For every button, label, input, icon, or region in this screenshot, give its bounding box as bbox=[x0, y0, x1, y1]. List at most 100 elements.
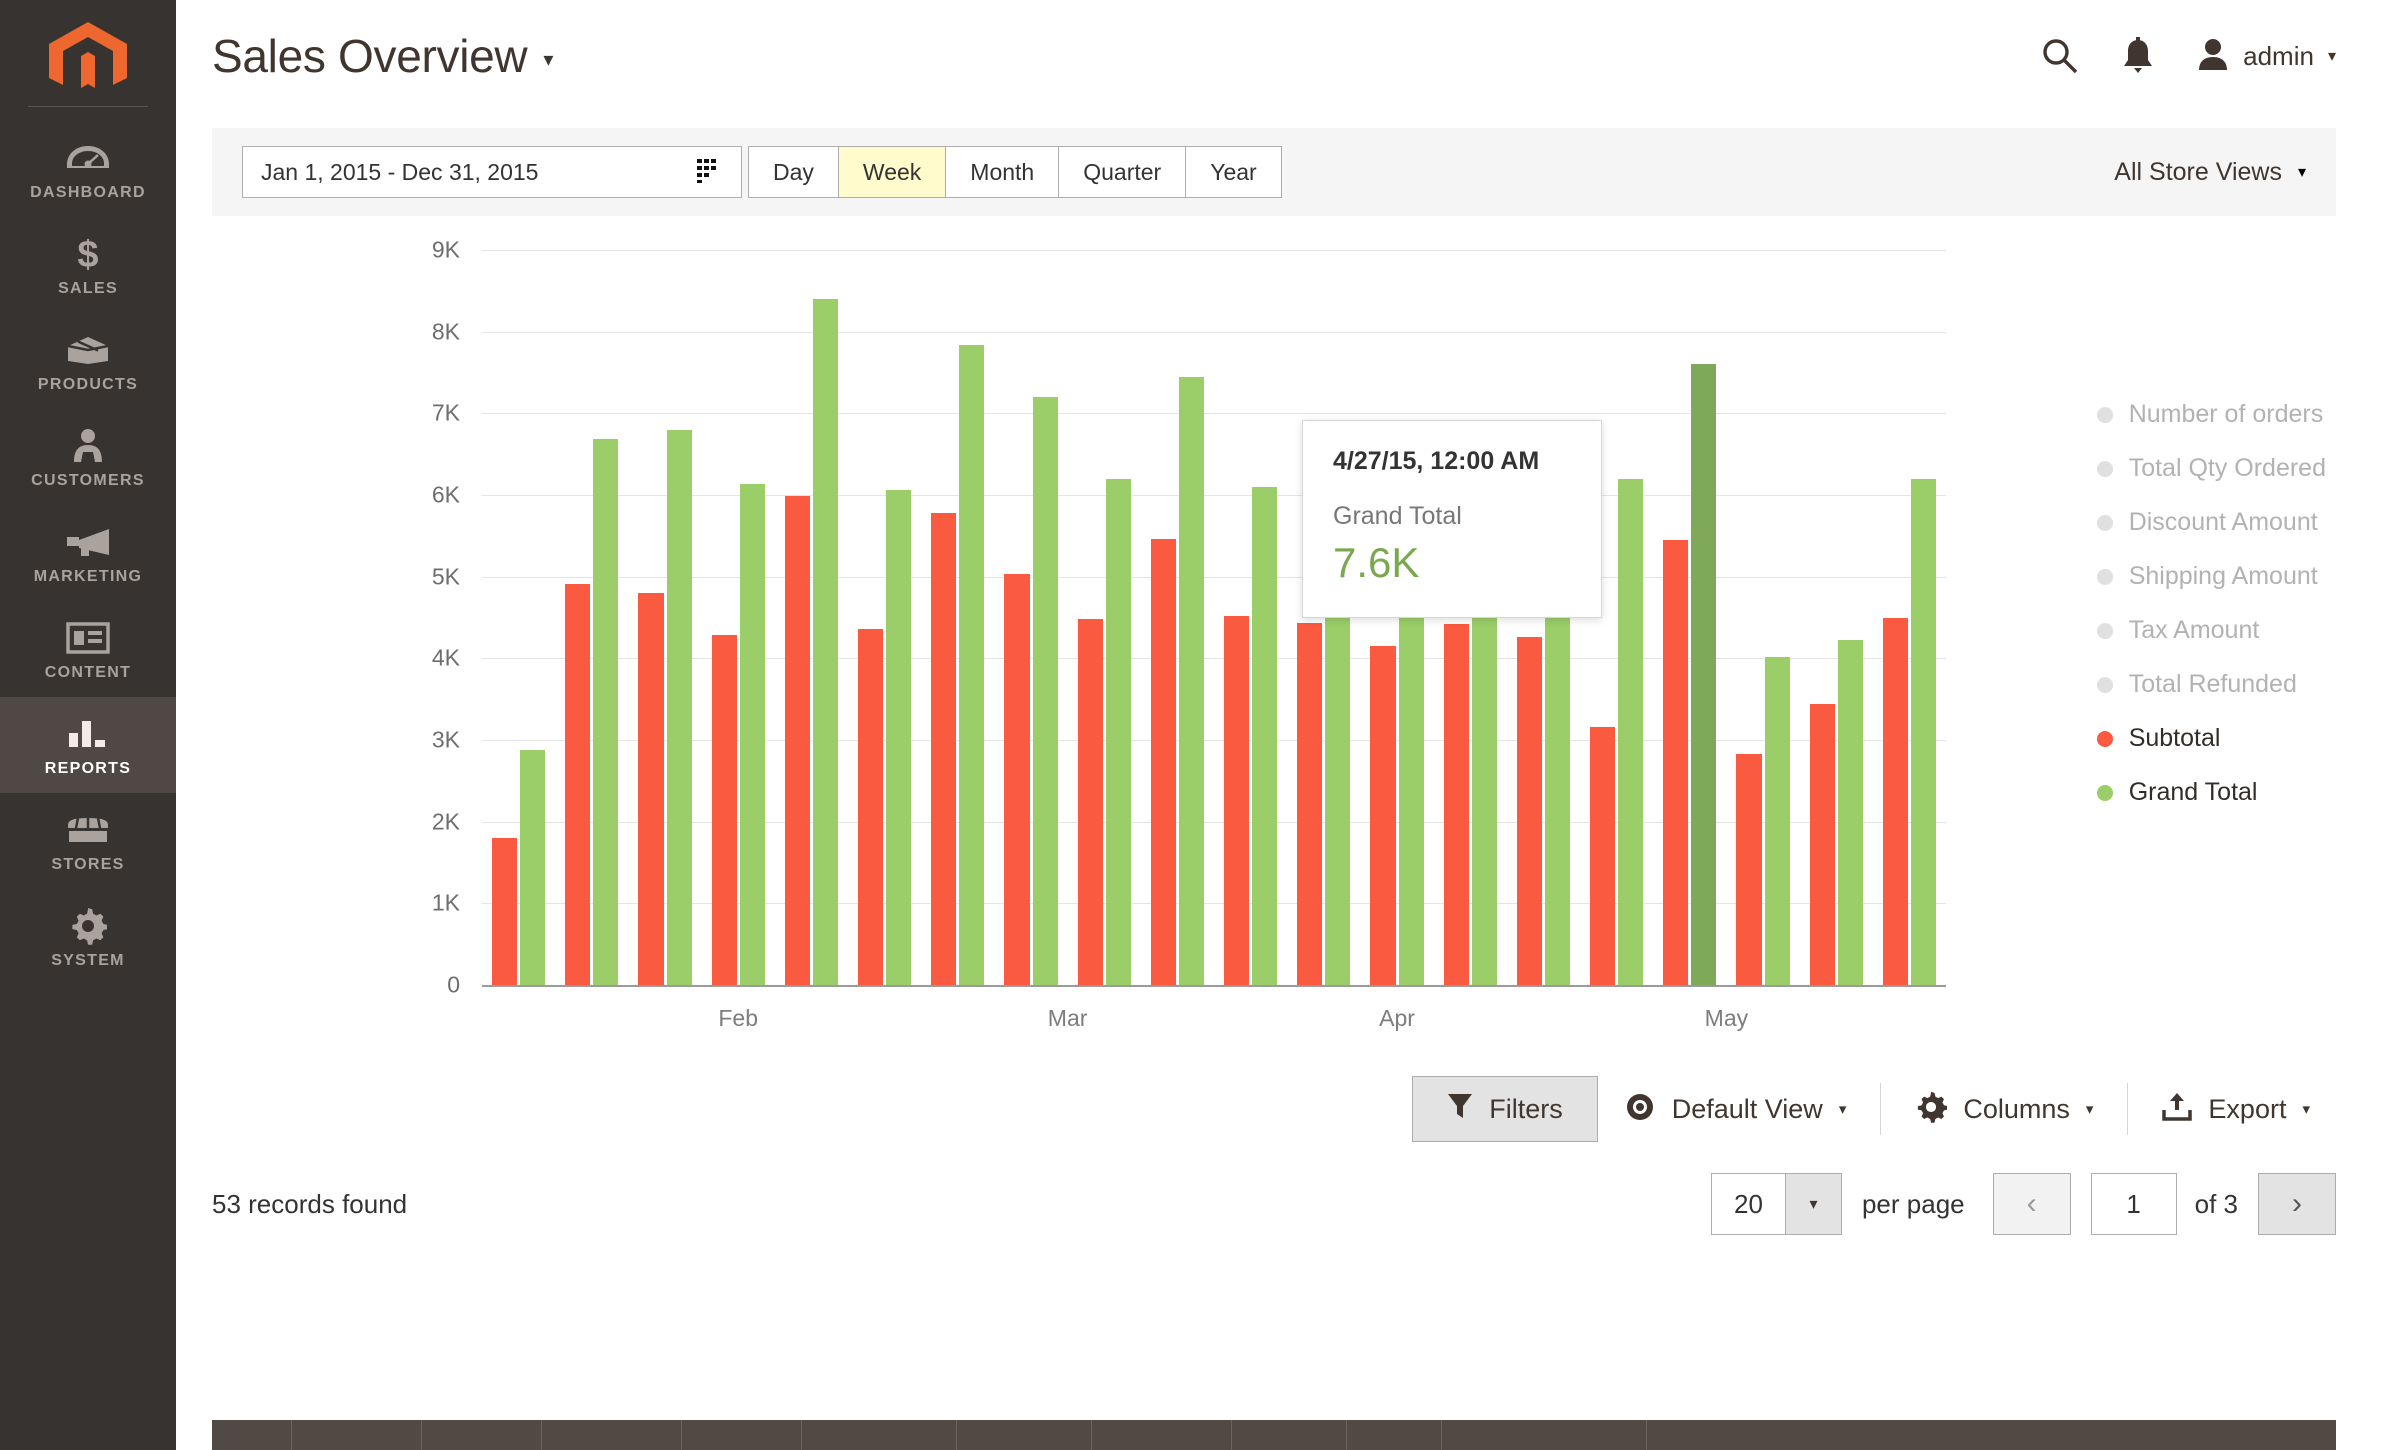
sidebar-item-products[interactable]: PRODUCTS bbox=[0, 313, 176, 409]
chart-bar-group[interactable] bbox=[482, 250, 555, 985]
bar-grand-total[interactable] bbox=[812, 299, 839, 985]
legend-item-subtotal[interactable]: Subtotal bbox=[2096, 724, 2326, 753]
chart-bar-group[interactable] bbox=[1800, 250, 1873, 985]
bar-grand-total[interactable] bbox=[1618, 478, 1644, 985]
bell-icon[interactable] bbox=[2121, 37, 2155, 75]
table-column-header[interactable] bbox=[957, 1420, 1092, 1450]
table-column-header[interactable] bbox=[802, 1420, 957, 1450]
bar-grand-total[interactable] bbox=[959, 344, 985, 985]
bar-grand-total[interactable] bbox=[1105, 478, 1131, 985]
chart-bar-group[interactable] bbox=[848, 250, 921, 985]
bar-subtotal[interactable] bbox=[1516, 637, 1542, 985]
bar-grand-total[interactable] bbox=[593, 439, 619, 985]
filters-button[interactable]: Filters bbox=[1412, 1076, 1598, 1142]
sidebar-item-customers[interactable]: CUSTOMERS bbox=[0, 409, 176, 505]
legend-item-tax-amount[interactable]: Tax Amount bbox=[2096, 616, 2326, 645]
bar-subtotal[interactable] bbox=[565, 584, 591, 985]
bar-subtotal[interactable] bbox=[1882, 617, 1908, 985]
bar-grand-total[interactable] bbox=[1691, 364, 1717, 985]
table-column-header[interactable] bbox=[212, 1420, 292, 1450]
bar-grand-total[interactable] bbox=[1252, 486, 1278, 985]
bar-subtotal[interactable] bbox=[858, 628, 884, 985]
default-view-button[interactable]: Default View ▾ bbox=[1598, 1076, 1873, 1142]
period-quarter[interactable]: Quarter bbox=[1059, 146, 1187, 198]
next-page-button[interactable]: › bbox=[2258, 1173, 2336, 1235]
page-title-dropdown-caret[interactable]: ▾ bbox=[543, 47, 553, 72]
sidebar-item-stores[interactable]: STORES bbox=[0, 793, 176, 889]
page-number-input[interactable]: 1 bbox=[2090, 1173, 2177, 1235]
legend-item-total-qty-ordered[interactable]: Total Qty Ordered bbox=[2096, 454, 2326, 483]
table-column-header[interactable] bbox=[1442, 1420, 1647, 1450]
bar-subtotal[interactable] bbox=[1004, 574, 1030, 985]
bar-grand-total[interactable] bbox=[1178, 376, 1205, 985]
bar-subtotal[interactable] bbox=[638, 593, 664, 985]
sidebar-item-reports[interactable]: REPORTS bbox=[0, 697, 176, 793]
table-column-header[interactable] bbox=[1347, 1420, 1442, 1450]
table-column-header[interactable] bbox=[542, 1420, 682, 1450]
sidebar-item-dashboard[interactable]: DASHBOARD bbox=[0, 121, 176, 217]
bar-grand-total[interactable] bbox=[886, 490, 912, 985]
per-page-select[interactable]: 20 ▾ bbox=[1711, 1173, 1842, 1235]
table-column-header[interactable] bbox=[1092, 1420, 1232, 1450]
chart-bar-group[interactable] bbox=[1141, 250, 1214, 985]
bar-subtotal[interactable] bbox=[1809, 704, 1835, 985]
bar-subtotal[interactable] bbox=[1150, 539, 1176, 985]
bar-grand-total[interactable] bbox=[1837, 639, 1863, 985]
chart-bar-group[interactable] bbox=[1068, 250, 1141, 985]
bar-grand-total[interactable] bbox=[739, 484, 765, 985]
sidebar-item-marketing[interactable]: MARKETING bbox=[0, 505, 176, 601]
bar-subtotal[interactable] bbox=[931, 512, 957, 985]
chart-bar-group[interactable] bbox=[1726, 250, 1799, 985]
bar-subtotal[interactable] bbox=[784, 495, 810, 985]
bar-subtotal[interactable] bbox=[1443, 624, 1469, 985]
calendar-icon[interactable] bbox=[695, 157, 721, 188]
sidebar-item-sales[interactable]: $ SALES bbox=[0, 217, 176, 313]
sidebar-item-content[interactable]: CONTENT bbox=[0, 601, 176, 697]
bar-subtotal[interactable] bbox=[711, 634, 737, 985]
store-view-switcher[interactable]: All Store Views ▾ bbox=[2114, 158, 2306, 187]
legend-item-number-of-orders[interactable]: Number of orders bbox=[2096, 400, 2326, 429]
bar-grand-total[interactable] bbox=[520, 749, 546, 985]
columns-button[interactable]: Columns ▾ bbox=[1889, 1076, 2119, 1142]
chart-bar-group[interactable] bbox=[994, 250, 1067, 985]
table-column-header[interactable] bbox=[422, 1420, 542, 1450]
chart-bar-group[interactable] bbox=[702, 250, 775, 985]
magento-logo[interactable] bbox=[0, 14, 176, 106]
legend-item-discount-amount[interactable]: Discount Amount bbox=[2096, 508, 2326, 537]
search-icon[interactable] bbox=[2041, 37, 2079, 75]
period-week[interactable]: Week bbox=[838, 146, 947, 198]
sidebar-item-system[interactable]: SYSTEM bbox=[0, 889, 176, 985]
bar-grand-total[interactable] bbox=[1032, 397, 1058, 985]
period-year[interactable]: Year bbox=[1186, 146, 1282, 198]
bar-subtotal[interactable] bbox=[1224, 615, 1250, 985]
bar-subtotal[interactable] bbox=[1736, 753, 1762, 985]
bar-subtotal[interactable] bbox=[1663, 539, 1689, 985]
bar-subtotal[interactable] bbox=[1370, 646, 1396, 985]
chart-bar-group[interactable] bbox=[1873, 250, 1946, 985]
chart-bar-group[interactable] bbox=[555, 250, 628, 985]
bar-subtotal[interactable] bbox=[492, 838, 518, 985]
period-day[interactable]: Day bbox=[748, 146, 839, 198]
bar-grand-total[interactable] bbox=[1910, 478, 1937, 985]
legend-item-total-refunded[interactable]: Total Refunded bbox=[2096, 670, 2326, 699]
export-button[interactable]: Export ▾ bbox=[2136, 1076, 2336, 1142]
bar-subtotal[interactable] bbox=[1077, 619, 1103, 985]
table-column-header[interactable] bbox=[292, 1420, 422, 1450]
bar-subtotal[interactable] bbox=[1590, 726, 1616, 985]
chart-bar-group[interactable] bbox=[921, 250, 994, 985]
admin-menu[interactable]: admin ▾ bbox=[2197, 37, 2336, 76]
period-month[interactable]: Month bbox=[946, 146, 1060, 198]
bar-subtotal[interactable] bbox=[1297, 623, 1323, 985]
bar-grand-total[interactable] bbox=[666, 429, 692, 985]
legend-item-grand-total[interactable]: Grand Total bbox=[2096, 778, 2326, 807]
chart-bar-group[interactable] bbox=[628, 250, 701, 985]
bar-grand-total[interactable] bbox=[1764, 656, 1790, 985]
table-column-header[interactable] bbox=[682, 1420, 802, 1450]
legend-item-shipping-amount[interactable]: Shipping Amount bbox=[2096, 562, 2326, 591]
table-column-header[interactable] bbox=[1232, 1420, 1347, 1450]
previous-page-button[interactable]: ‹ bbox=[1992, 1173, 2071, 1235]
chart-bar-group[interactable] bbox=[1214, 250, 1287, 985]
chart-bar-group[interactable] bbox=[775, 250, 848, 985]
chart-bar-group[interactable] bbox=[1653, 250, 1726, 985]
date-range-input[interactable]: Jan 1, 2015 - Dec 31, 2015 bbox=[242, 146, 742, 198]
